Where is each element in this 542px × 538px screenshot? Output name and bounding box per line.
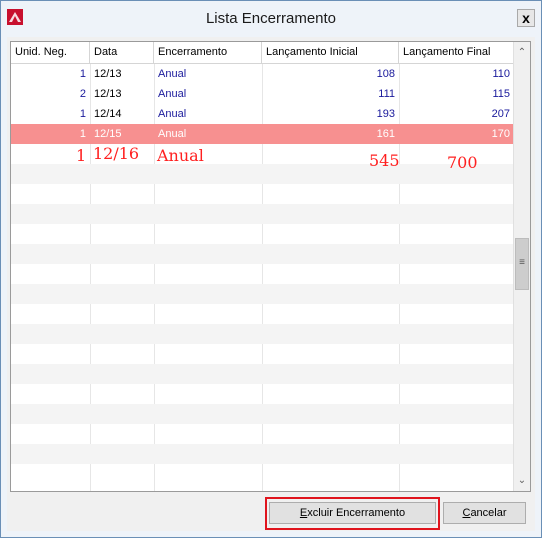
cell-lancamento-final: 115 bbox=[492, 88, 510, 100]
handwritten-encerramento: Anual bbox=[157, 146, 204, 165]
table-row[interactable] bbox=[11, 264, 514, 284]
cell-lancamento-inicial: 108 bbox=[376, 68, 395, 80]
handwritten-unid: 1 bbox=[76, 146, 87, 165]
table-row[interactable] bbox=[11, 284, 514, 304]
table-row[interactable] bbox=[11, 244, 514, 264]
table-row[interactable] bbox=[11, 444, 514, 464]
cell-lancamento-final: 110 bbox=[492, 68, 510, 80]
table-row-selected[interactable]: 1 12/15 Anual 161 170 bbox=[11, 124, 514, 144]
cell-lancamento-inicial: 111 bbox=[378, 88, 395, 100]
scroll-down-icon[interactable]: ⌄ bbox=[514, 472, 530, 489]
cell-unid: 1 bbox=[79, 128, 86, 140]
table-row[interactable] bbox=[11, 364, 514, 384]
table-row[interactable] bbox=[11, 324, 514, 344]
window-title: Lista Encerramento bbox=[205, 10, 337, 27]
close-button[interactable]: x bbox=[517, 9, 535, 27]
handwritten-lancamento-final: 700 bbox=[447, 153, 478, 172]
cell-encerramento: Anual bbox=[158, 128, 187, 140]
cell-lancamento-inicial: 193 bbox=[376, 108, 395, 120]
cell-unid: 2 bbox=[79, 88, 86, 100]
cell-lancamento-inicial: 161 bbox=[376, 128, 395, 140]
table-row[interactable] bbox=[11, 144, 514, 164]
table-row[interactable]: 2 12/13 Anual 111 115 bbox=[11, 84, 514, 104]
encerramento-grid[interactable]: Unid. Neg. Data Encerramento Lançamento … bbox=[10, 41, 531, 492]
cell-unid: 1 bbox=[79, 68, 86, 80]
handwritten-lancamento-inicial: 545 bbox=[369, 151, 400, 170]
grid-rows: 1 12/13 Anual 108 110 2 12/13 Anual 111 … bbox=[11, 64, 514, 491]
highlight-box bbox=[265, 497, 440, 530]
scrollbar-thumb[interactable]: ≡ bbox=[515, 238, 529, 290]
grid-header: Unid. Neg. Data Encerramento Lançamento … bbox=[11, 42, 514, 64]
cell-unid: 1 bbox=[79, 108, 86, 120]
column-header-lancamento-final[interactable]: Lançamento Final bbox=[399, 42, 514, 63]
column-header-unid-neg[interactable]: Unid. Neg. bbox=[11, 42, 90, 63]
close-icon: x bbox=[522, 10, 530, 26]
table-row[interactable] bbox=[11, 384, 514, 404]
table-row[interactable] bbox=[11, 404, 514, 424]
column-header-encerramento[interactable]: Encerramento bbox=[154, 42, 262, 63]
cancelar-button[interactable]: Cancelar bbox=[443, 502, 526, 524]
table-row[interactable] bbox=[11, 344, 514, 364]
scroll-up-icon[interactable]: ⌃ bbox=[514, 44, 530, 61]
cell-lancamento-final: 170 bbox=[491, 128, 510, 140]
table-row[interactable] bbox=[11, 464, 514, 484]
cell-data: 12/13 bbox=[94, 68, 122, 80]
handwritten-data: 12/16 bbox=[93, 144, 140, 163]
cell-data: 12/14 bbox=[94, 108, 122, 120]
cell-encerramento: Anual bbox=[158, 88, 187, 100]
table-row[interactable]: 1 12/14 Anual 193 207 bbox=[11, 104, 514, 124]
dialog-window: Lista Encerramento x Unid. Neg. Data Enc… bbox=[0, 0, 542, 538]
cell-encerramento: Anual bbox=[158, 68, 187, 80]
table-row[interactable]: 1 12/13 Anual 108 110 bbox=[11, 64, 514, 84]
table-row[interactable] bbox=[11, 424, 514, 444]
cell-encerramento: Anual bbox=[158, 108, 187, 120]
table-row[interactable] bbox=[11, 204, 514, 224]
cancelar-label: ancelar bbox=[470, 507, 507, 519]
cell-data: 12/13 bbox=[94, 88, 122, 100]
cell-data: 12/15 bbox=[94, 128, 122, 140]
cell-lancamento-final: 207 bbox=[491, 108, 510, 120]
table-row[interactable] bbox=[11, 164, 514, 184]
dialog-client-area: Unid. Neg. Data Encerramento Lançamento … bbox=[7, 37, 535, 531]
table-row[interactable] bbox=[11, 224, 514, 244]
title-bar[interactable]: Lista Encerramento x bbox=[1, 1, 541, 37]
table-row[interactable] bbox=[11, 304, 514, 324]
table-row[interactable] bbox=[11, 184, 514, 204]
vertical-scrollbar[interactable]: ⌃ ≡ ⌄ bbox=[513, 42, 530, 491]
column-header-lancamento-inicial[interactable]: Lançamento Inicial bbox=[262, 42, 399, 63]
column-header-data[interactable]: Data bbox=[90, 42, 154, 63]
